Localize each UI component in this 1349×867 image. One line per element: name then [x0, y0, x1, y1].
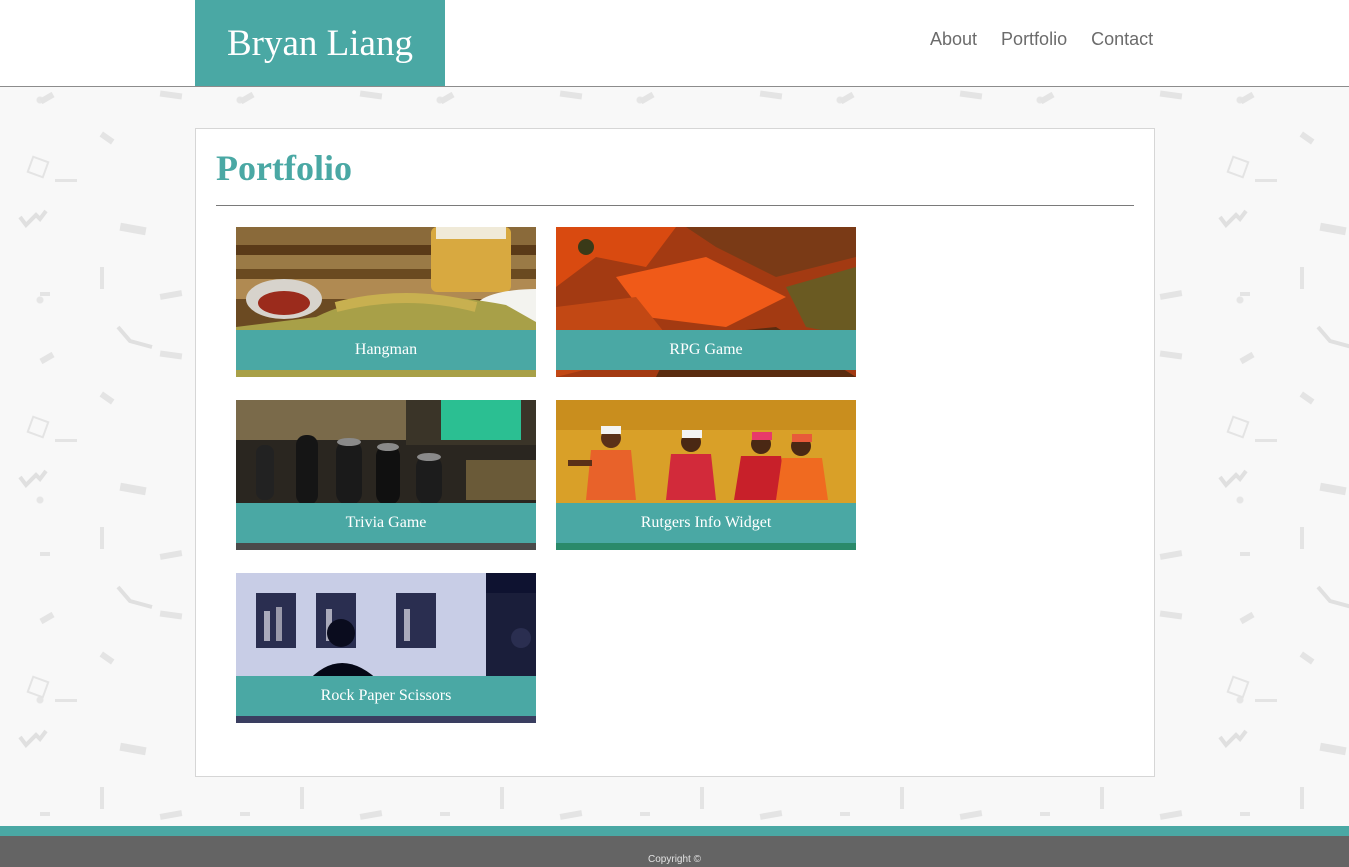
page-title: Portfolio — [216, 148, 352, 188]
nav-portfolio[interactable]: Portfolio — [1001, 28, 1067, 50]
copyright-text: Copyright © — [648, 854, 701, 865]
project-title: Hangman — [236, 330, 536, 370]
project-tile-rpg-game[interactable]: RPG Game — [556, 227, 856, 377]
project-title: Rock Paper Scissors — [236, 676, 536, 716]
project-tile-hangman[interactable]: Hangman — [236, 227, 536, 377]
site-footer: Copyright © — [0, 826, 1349, 867]
project-title: Rutgers Info Widget — [556, 503, 856, 543]
nav-contact[interactable]: Contact — [1091, 28, 1153, 50]
nav-about[interactable]: About — [930, 28, 977, 50]
title-divider — [216, 205, 1134, 206]
project-tile-rock-paper-scissors[interactable]: Rock Paper Scissors — [236, 573, 536, 723]
project-tile-trivia-game[interactable]: Trivia Game — [236, 400, 536, 550]
site-header: Bryan Liang About Portfolio Contact — [0, 0, 1349, 87]
project-tile-rutgers-info-widget[interactable]: Rutgers Info Widget — [556, 400, 856, 550]
main-nav: About Portfolio Contact — [930, 28, 1177, 50]
site-brand[interactable]: Bryan Liang — [195, 0, 445, 86]
project-title: Trivia Game — [236, 503, 536, 543]
portfolio-panel: Portfolio Hangman RPG Game Trivia Game R… — [195, 128, 1155, 777]
project-title: RPG Game — [556, 330, 856, 370]
